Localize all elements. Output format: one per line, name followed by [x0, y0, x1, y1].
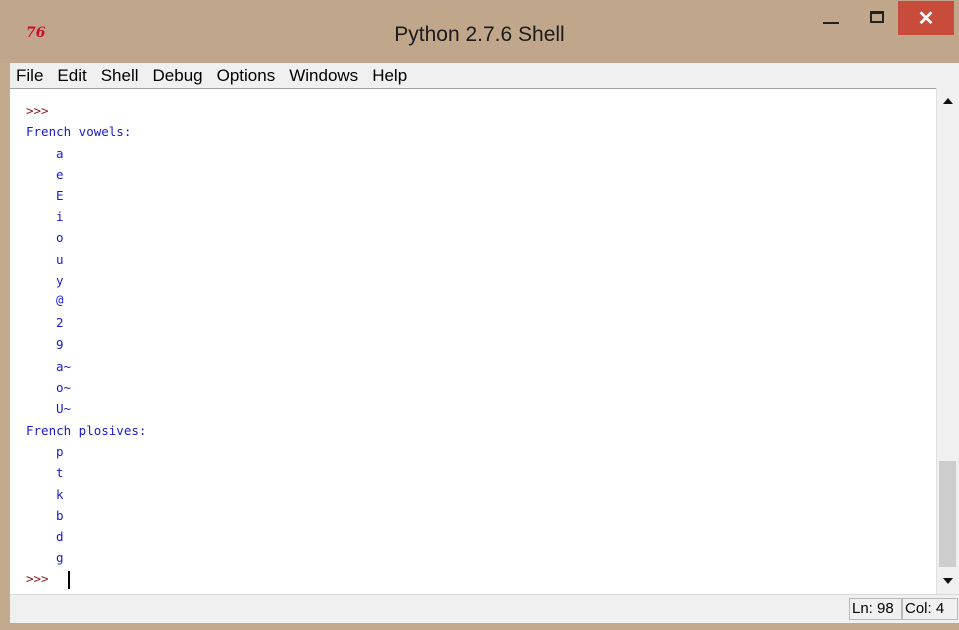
maximize-button[interactable]	[854, 0, 900, 34]
output-line: t	[56, 465, 64, 480]
menu-debug[interactable]: Debug	[146, 63, 210, 88]
menu-bar: File Edit Shell Debug Options Windows He…	[10, 63, 959, 88]
menu-options[interactable]: Options	[210, 63, 283, 88]
output-line: d	[56, 529, 64, 544]
shell-text-area[interactable]: >>> French vowels: a e E i o u y @ 2 9 a…	[10, 88, 936, 594]
close-icon: ✕	[917, 7, 935, 30]
menu-windows[interactable]: Windows	[282, 63, 365, 88]
scroll-down-icon	[943, 578, 953, 584]
output-line: i	[56, 209, 64, 224]
output-line: a~	[56, 359, 72, 374]
status-bar: Ln: 98 Col: 4	[10, 594, 959, 623]
text-cursor	[68, 571, 70, 589]
menu-file[interactable]: File	[10, 63, 50, 88]
scroll-thumb[interactable]	[939, 461, 956, 567]
output-line: U~	[56, 401, 72, 416]
scroll-down-button[interactable]	[937, 570, 959, 592]
output-line: 2	[56, 315, 64, 330]
idle-shell-window: 76 Python 2.7.6 Shell ✕ File Edit Shell …	[0, 0, 959, 630]
vertical-scrollbar[interactable]	[936, 88, 959, 594]
output-line: g	[56, 550, 64, 565]
output-line: b	[56, 508, 64, 523]
output-header-vowels: French vowels:	[26, 124, 132, 139]
menu-edit[interactable]: Edit	[50, 63, 93, 88]
menu-shell[interactable]: Shell	[94, 63, 146, 88]
output-line: o~	[56, 380, 72, 395]
output-line: y	[56, 273, 64, 288]
status-line-number: Ln: 98	[849, 598, 902, 620]
output-line: k	[56, 487, 64, 502]
title-bar[interactable]: 76 Python 2.7.6 Shell ✕	[0, 0, 959, 63]
maximize-icon	[870, 11, 884, 23]
shell-prompt: >>>	[26, 103, 49, 118]
output-line: a	[56, 146, 64, 161]
clipped-restart-banner	[440, 89, 530, 92]
status-column-number: Col: 4	[902, 598, 958, 620]
output-line: p	[56, 444, 64, 459]
output-header-plosives: French plosives:	[26, 423, 147, 438]
output-line: 9	[56, 337, 64, 352]
scroll-up-icon	[943, 98, 953, 104]
output-line: @	[56, 292, 64, 307]
clipped-text-fragment	[26, 89, 52, 92]
scroll-up-button[interactable]	[937, 90, 959, 112]
output-line: E	[56, 188, 64, 203]
shell-input-prompt: >>>	[26, 571, 49, 586]
menu-help[interactable]: Help	[365, 63, 414, 88]
output-line: o	[56, 230, 64, 245]
close-button[interactable]: ✕	[898, 1, 954, 35]
output-line: e	[56, 167, 64, 182]
minimize-button[interactable]	[808, 0, 854, 34]
minimize-icon	[823, 22, 839, 24]
output-line: u	[56, 252, 64, 267]
